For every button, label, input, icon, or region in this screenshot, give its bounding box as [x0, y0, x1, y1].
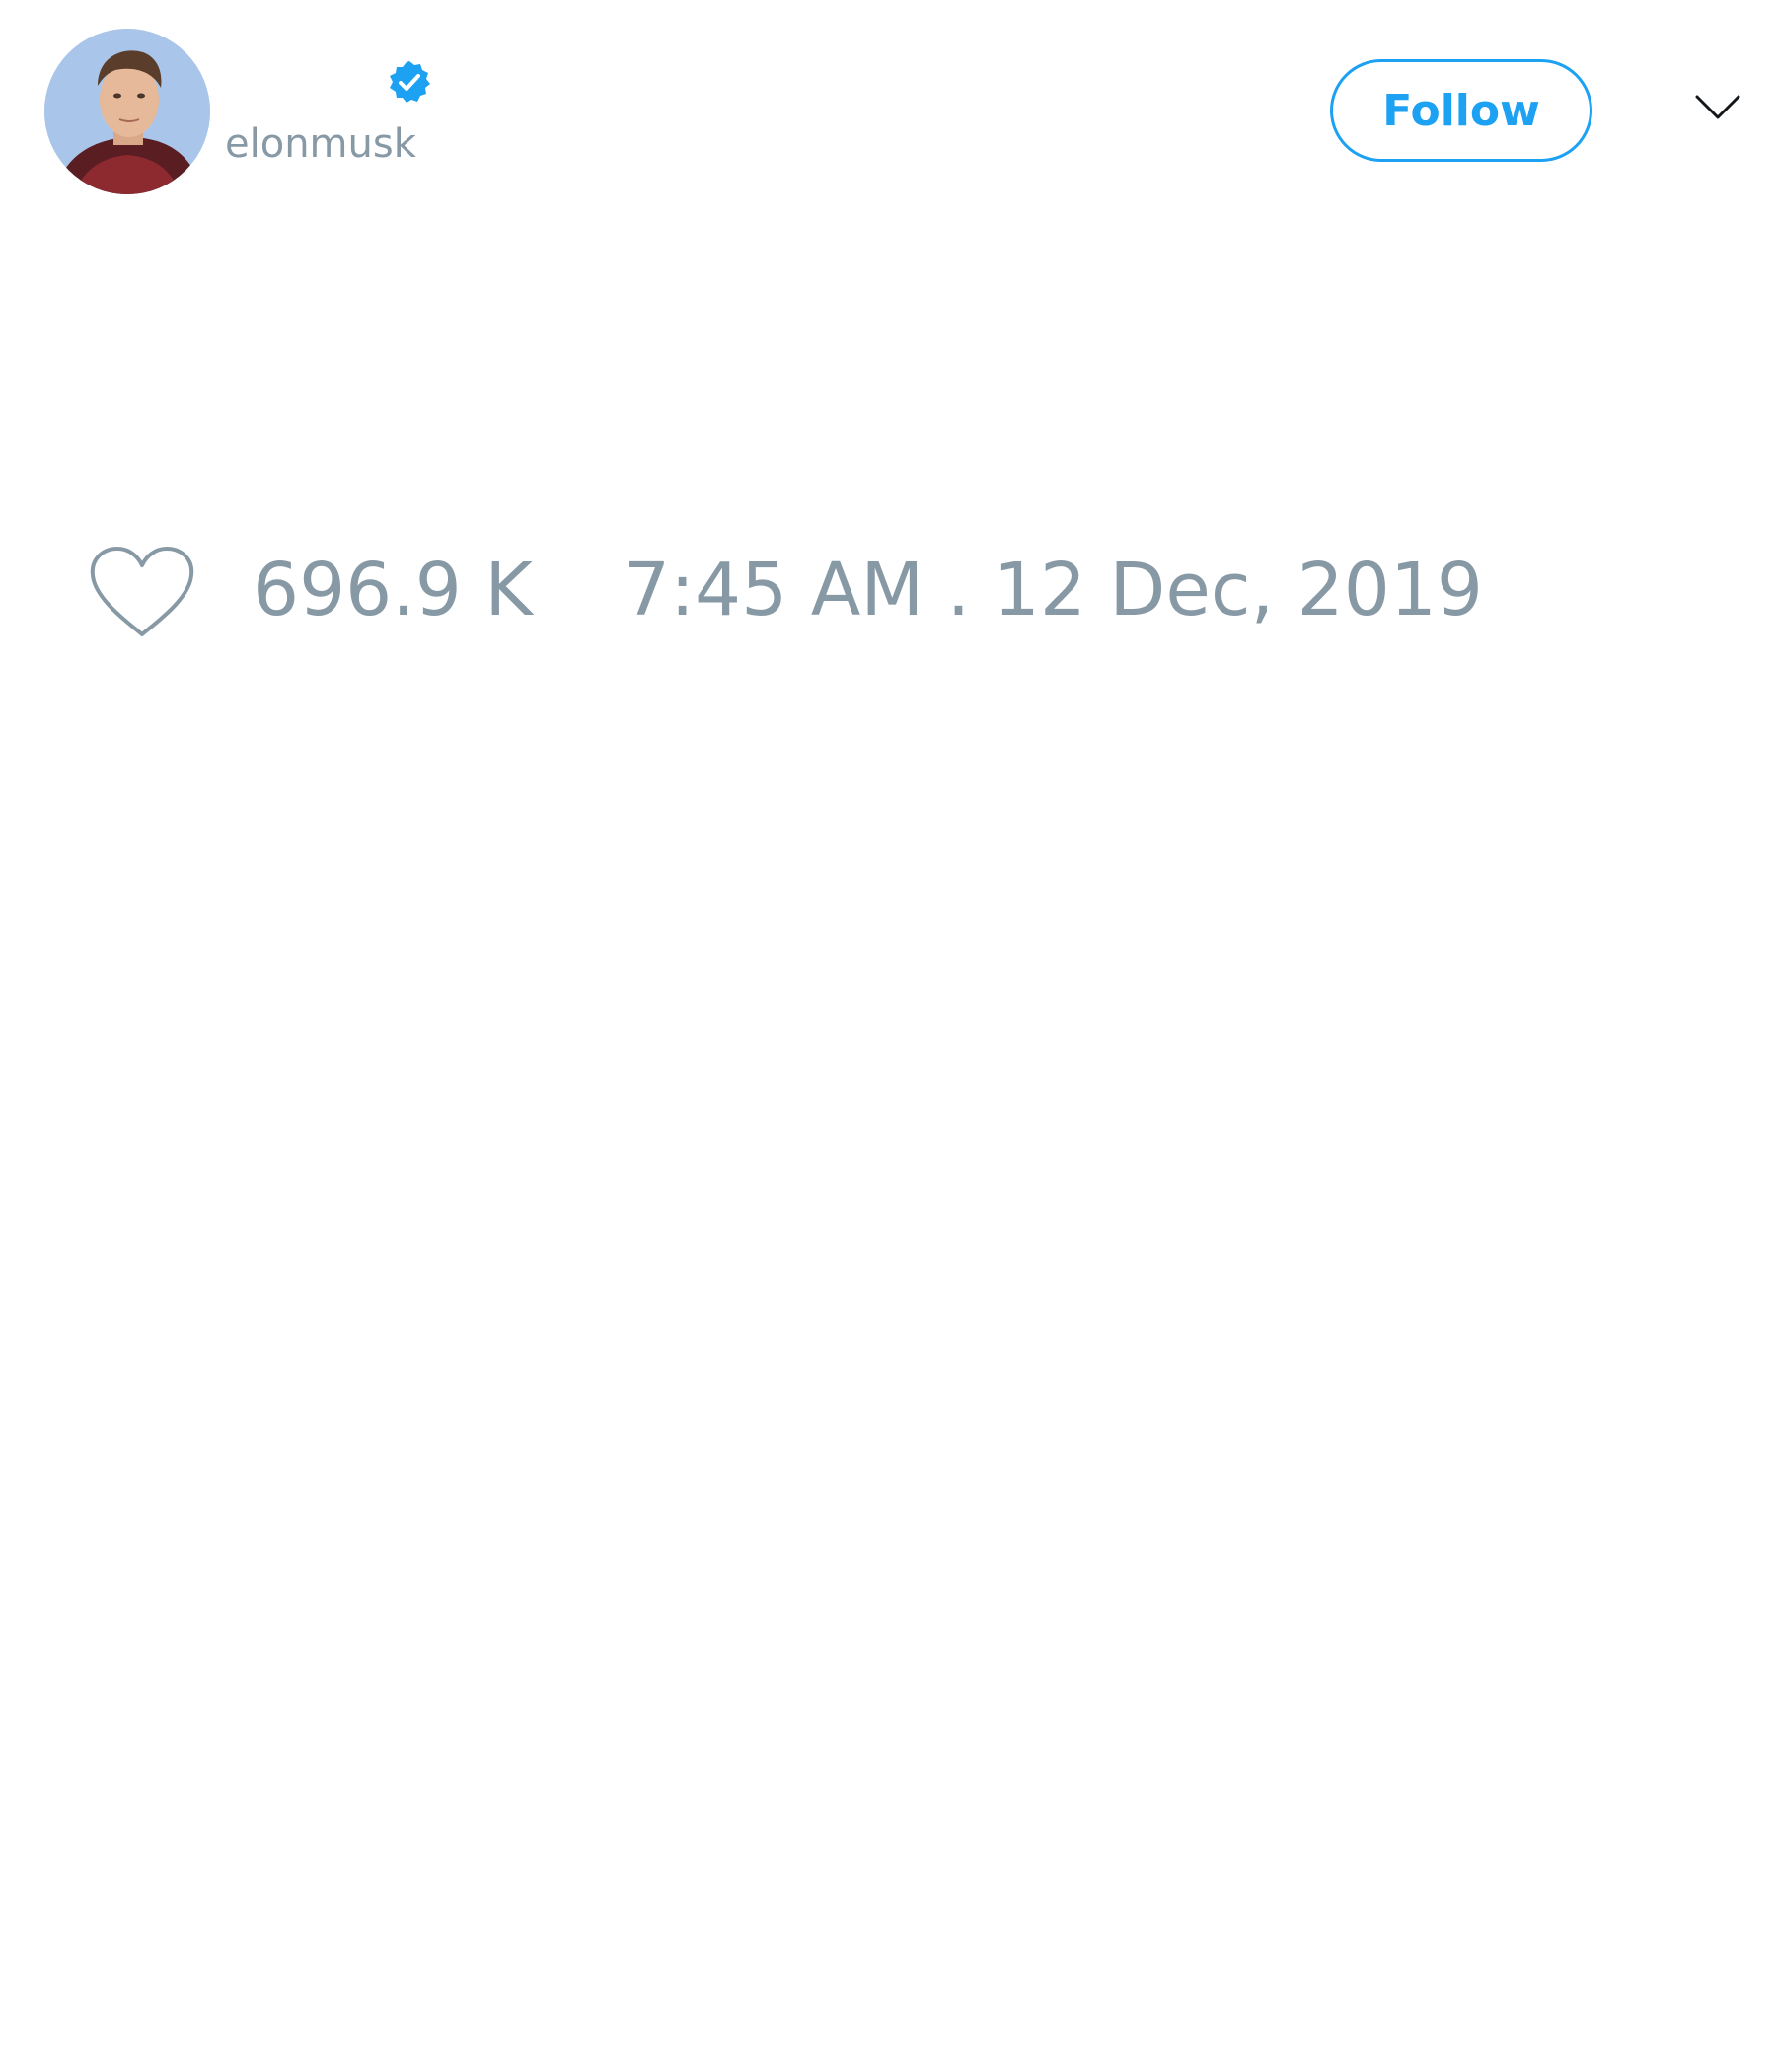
author-handle[interactable]: elonmusk: [225, 124, 416, 164]
like-count[interactable]: 696.9 K: [253, 547, 533, 634]
verified-badge-icon: [387, 59, 432, 105]
tweet-timestamp[interactable]: 7:45 AM . 12 Dec, 2019: [624, 547, 1483, 634]
follow-button[interactable]: Follow: [1330, 59, 1592, 162]
heart-icon[interactable]: [89, 546, 195, 640]
avatar-image: [44, 29, 210, 194]
chevron-down-icon[interactable]: [1694, 93, 1741, 122]
tweet-card: elonmusk Follow 696.9 K 7:45 AM . 12 Dec…: [0, 0, 1776, 2072]
tweet-header: elonmusk Follow: [0, 0, 1776, 217]
tweet-stats: 696.9 K 7:45 AM . 12 Dec, 2019: [0, 533, 1776, 651]
avatar[interactable]: [44, 29, 210, 194]
